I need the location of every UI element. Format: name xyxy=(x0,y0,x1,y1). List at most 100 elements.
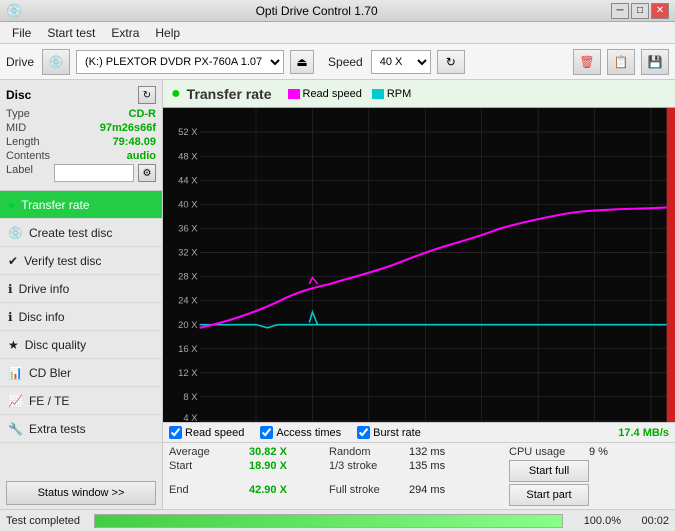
disc-label-input[interactable] xyxy=(54,164,134,182)
nav-transfer-rate[interactable]: ● Transfer rate xyxy=(0,191,162,219)
access-times-check-label: Access times xyxy=(276,427,341,439)
menu-help[interactable]: Help xyxy=(147,24,188,42)
nav-verify-test-disc[interactable]: ✔ Verify test disc xyxy=(0,247,162,275)
nav-fe-te-label: FE / TE xyxy=(29,394,69,408)
nav-transfer-rate-label: Transfer rate xyxy=(21,198,89,212)
stats-table: Average 30.82 X Random 132 ms CPU usage … xyxy=(163,442,675,509)
cd-bler-icon: 📊 xyxy=(8,366,23,380)
disc-type-label: Type xyxy=(6,108,30,120)
access-times-check-item: Access times xyxy=(260,426,341,439)
refresh-button[interactable]: ↻ xyxy=(437,50,465,74)
menubar: File Start test Extra Help xyxy=(0,22,675,44)
start-value: 18.90 X xyxy=(249,460,329,482)
disc-quality-icon: ★ xyxy=(8,338,19,352)
chart-controls: Read speed Access times Burst rate 17.4 … xyxy=(163,422,675,442)
menu-start-test[interactable]: Start test xyxy=(39,24,103,42)
stroke1-label: 1/3 stroke xyxy=(329,460,409,482)
chart-icon: ● xyxy=(171,85,181,103)
nav-verify-test-disc-label: Verify test disc xyxy=(24,254,101,268)
svg-text:36 X: 36 X xyxy=(178,222,198,233)
random-label: Random xyxy=(329,446,409,458)
nav-create-test-disc-label: Create test disc xyxy=(29,226,112,240)
disc-label-row: Label ⚙ xyxy=(6,164,156,182)
nav-create-test-disc[interactable]: 💿 Create test disc xyxy=(0,219,162,247)
content-area: ● Transfer rate Read speed RPM xyxy=(163,80,675,509)
drive-icon-button[interactable]: 💿 xyxy=(42,49,70,75)
read-speed-checkbox[interactable] xyxy=(169,426,182,439)
access-times-checkbox[interactable] xyxy=(260,426,273,439)
disc-label-label: Label xyxy=(6,164,33,182)
disc-label-button[interactable]: ⚙ xyxy=(138,164,156,182)
nav-items: ● Transfer rate 💿 Create test disc ✔ Ver… xyxy=(0,191,162,443)
disc-type-row: Type CD-R xyxy=(6,108,156,120)
legend-rpm: RPM xyxy=(372,88,411,100)
legend-read-speed-label: Read speed xyxy=(303,88,362,100)
close-button[interactable]: ✕ xyxy=(651,3,669,19)
burst-rate-check-label: Burst rate xyxy=(373,427,421,439)
disc-length-row: Length 79:48.09 xyxy=(6,136,156,148)
create-disc-icon: 💿 xyxy=(8,226,23,240)
nav-cd-bler-label: CD Bler xyxy=(29,366,71,380)
stroke2-label: Full stroke xyxy=(329,484,409,506)
nav-extra-tests[interactable]: 🔧 Extra tests xyxy=(0,415,162,443)
nav-disc-info[interactable]: ℹ Disc info xyxy=(0,303,162,331)
disc-length-label: Length xyxy=(6,136,40,148)
start-part-button[interactable]: Start part xyxy=(509,484,589,506)
progress-time: 00:02 xyxy=(629,515,669,527)
chart-header: ● Transfer rate Read speed RPM xyxy=(163,80,675,108)
maximize-button[interactable]: □ xyxy=(631,3,649,19)
end-value: 42.90 X xyxy=(249,484,329,506)
nav-disc-info-label: Disc info xyxy=(19,310,65,324)
status-window-button[interactable]: Status window >> xyxy=(6,481,156,505)
menu-extra[interactable]: Extra xyxy=(103,24,147,42)
disc-header: Disc ↻ xyxy=(6,86,156,104)
disc-contents-row: Contents audio xyxy=(6,150,156,162)
speed-label: Speed xyxy=(328,55,363,69)
stroke2-value: 294 ms xyxy=(409,484,509,506)
minimize-button[interactable]: ─ xyxy=(611,3,629,19)
disc-refresh-button[interactable]: ↻ xyxy=(138,86,156,104)
svg-text:40 X: 40 X xyxy=(178,198,198,209)
burst-rate-check-item: Burst rate xyxy=(357,426,421,439)
random-value: 132 ms xyxy=(409,446,509,458)
eject-button[interactable]: ⏏ xyxy=(290,50,314,74)
burst-rate-checkbox[interactable] xyxy=(357,426,370,439)
svg-text:8 X: 8 X xyxy=(183,391,198,402)
nav-drive-info[interactable]: ℹ Drive info xyxy=(0,275,162,303)
disc-contents-value: audio xyxy=(127,150,156,162)
titlebar-controls: ─ □ ✕ xyxy=(611,3,669,19)
svg-text:20 X: 20 X xyxy=(178,319,198,330)
disc-length-value: 79:48.09 xyxy=(113,136,156,148)
svg-text:44 X: 44 X xyxy=(178,174,198,185)
nav-disc-quality[interactable]: ★ Disc quality xyxy=(0,331,162,359)
menu-file[interactable]: File xyxy=(4,24,39,42)
end-label: End xyxy=(169,484,249,506)
chart-title: Transfer rate xyxy=(187,86,272,102)
disc-mid-row: MID 97m26s66f xyxy=(6,122,156,134)
disc-info-icon: ℹ xyxy=(8,310,13,324)
save-button[interactable]: 💾 xyxy=(641,49,669,75)
erase-button[interactable]: 🗑 xyxy=(573,49,601,75)
drive-select[interactable]: (K:) PLEXTOR DVDR PX-760A 1.07 xyxy=(76,50,284,74)
copy-button[interactable]: 📋 xyxy=(607,49,635,75)
disc-mid-label: MID xyxy=(6,122,26,134)
drive-label: Drive xyxy=(6,55,34,69)
nav-disc-quality-label: Disc quality xyxy=(25,338,86,352)
nav-fe-te[interactable]: 📈 FE / TE xyxy=(0,387,162,415)
sidebar: Disc ↻ Type CD-R MID 97m26s66f Length 79… xyxy=(0,80,163,509)
start-full-button[interactable]: Start full xyxy=(509,460,589,482)
svg-text:16 X: 16 X xyxy=(178,343,198,354)
speed-select[interactable]: 8 X16 X24 X32 X40 X48 X52 XMax xyxy=(371,50,431,74)
toolbar: Drive 💿 (K:) PLEXTOR DVDR PX-760A 1.07 ⏏… xyxy=(0,44,675,80)
average-label: Average xyxy=(169,446,249,458)
stroke1-value: 135 ms xyxy=(409,460,509,482)
chart-svg: 52 X 48 X 44 X 40 X 36 X 32 X 28 X 24 X … xyxy=(163,108,675,422)
svg-text:48 X: 48 X xyxy=(178,150,198,161)
nav-cd-bler[interactable]: 📊 CD Bler xyxy=(0,359,162,387)
burst-rate-value: 17.4 MB/s xyxy=(618,427,669,439)
read-speed-color xyxy=(288,89,300,99)
svg-text:4 X: 4 X xyxy=(183,412,198,422)
average-value: 30.82 X xyxy=(249,446,329,458)
fe-te-icon: 📈 xyxy=(8,394,23,408)
progress-bar-area: Test completed 100.0% 00:02 xyxy=(0,509,675,531)
